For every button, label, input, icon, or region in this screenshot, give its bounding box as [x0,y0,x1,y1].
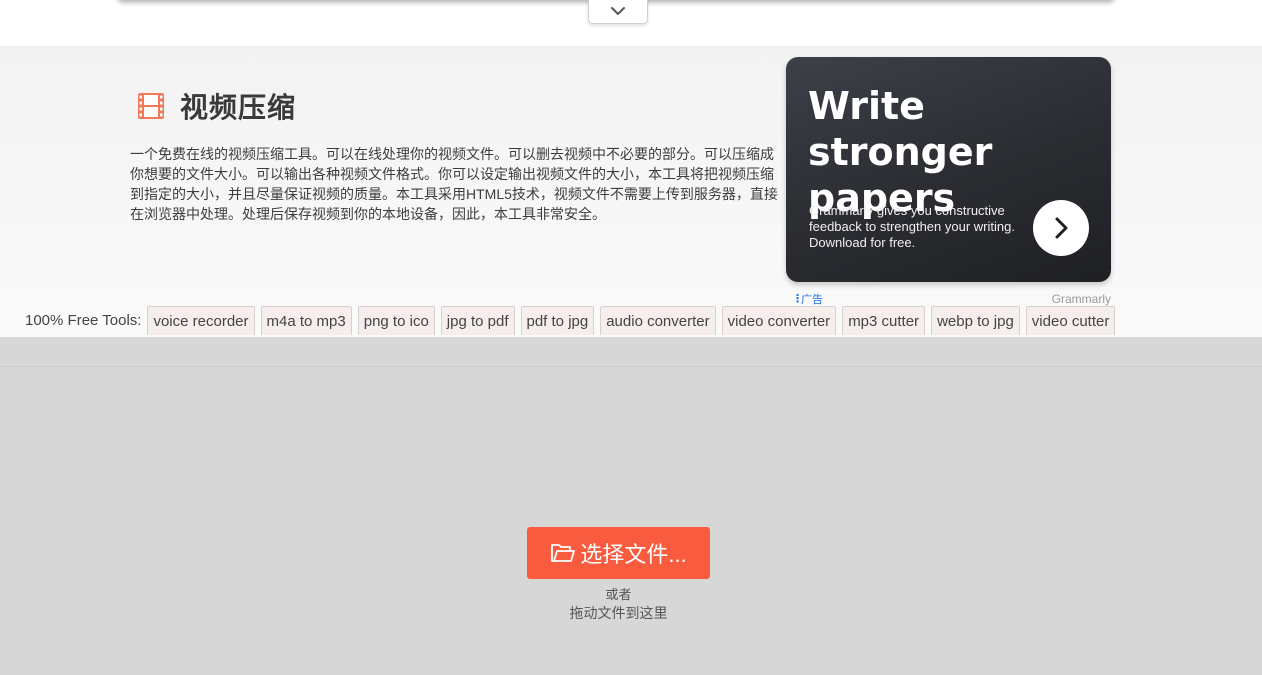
tool-link-pdf-to-jpg[interactable]: pdf to jpg [520,306,595,335]
folder-open-icon [551,544,576,562]
ad-arrow-button[interactable] [1033,200,1089,256]
ad-meta: ⋮ 广告 Grammarly [786,290,1111,306]
file-drop-zone[interactable] [0,337,1262,675]
expand-button[interactable] [588,0,648,24]
divider [0,366,1262,367]
tool-link-video-cutter[interactable]: video cutter [1025,306,1116,335]
ad-options-icon: ⋮ [792,292,803,305]
top-bar [0,0,1262,47]
ad-label-text: 广告 [801,294,823,306]
chevron-right-icon [1055,217,1068,239]
ad-banner[interactable]: Write stronger papers Grammarly gives yo… [786,57,1111,282]
tool-link-m4a-to-mp3[interactable]: m4a to mp3 [260,306,352,335]
ad-brand: Grammarly [1051,292,1111,306]
tool-link-png-to-ico[interactable]: png to ico [357,306,435,335]
tool-link-video-converter[interactable]: video converter [721,306,837,335]
tool-link-mp3-cutter[interactable]: mp3 cutter [842,306,926,335]
tool-header: 视频压缩 [136,86,296,126]
tool-link-jpg-to-pdf[interactable]: jpg to pdf [440,306,515,335]
ad-body: Grammarly gives you constructive feedbac… [809,203,1015,250]
page-title: 视频压缩 [180,92,297,123]
ad-label[interactable]: ⋮ 广告 [792,291,823,307]
tool-link-voice-recorder[interactable]: voice recorder [147,306,255,335]
drag-hint-text: 拖动文件到这里 [569,605,668,621]
tool-link-audio-converter[interactable]: audio converter [600,306,716,335]
choose-file-label: 选择文件... [580,542,687,567]
or-text: 或者 [605,587,632,602]
film-icon [138,93,164,119]
tool-link-webp-to-jpg[interactable]: webp to jpg [931,306,1020,335]
free-tools-bar: 100% Free Tools: voice recorder m4a to m… [25,306,1121,335]
free-tools-label: 100% Free Tools: [25,312,142,329]
tool-description: 一个免费在线的视频压缩工具。可以在线处理你的视频文件。可以删去视频中不必要的部分… [130,146,778,222]
chevron-down-icon [611,6,625,15]
choose-file-button[interactable]: 选择文件... [527,527,710,579]
